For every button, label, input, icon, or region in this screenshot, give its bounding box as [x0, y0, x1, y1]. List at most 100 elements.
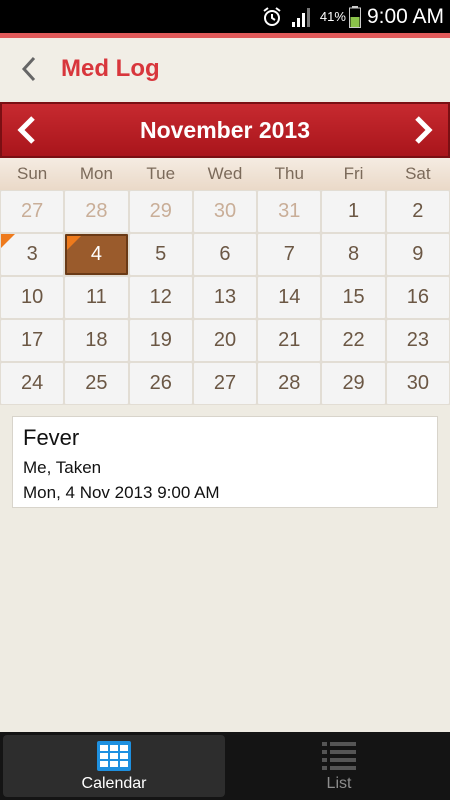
day-cell[interactable]: 7 — [258, 234, 321, 275]
chevron-right-icon — [415, 116, 433, 144]
day-cell[interactable]: 28 — [258, 363, 321, 404]
back-button[interactable] — [0, 38, 58, 100]
day-cell[interactable]: 31 — [258, 191, 321, 232]
tab-calendar[interactable]: Calendar — [3, 735, 225, 797]
alarm-icon — [260, 6, 284, 28]
day-number: 29 — [149, 200, 172, 222]
signal-icon — [290, 6, 314, 28]
day-cell[interactable]: 8 — [322, 234, 385, 275]
day-cell[interactable]: 18 — [65, 320, 128, 361]
month-title: November 2013 — [139, 116, 311, 143]
event-datetime: Mon, 4 Nov 2013 9:00 AM — [23, 483, 220, 502]
prev-month-button[interactable] — [2, 103, 52, 157]
day-number: 18 — [85, 329, 108, 351]
event-marker-icon — [67, 236, 82, 250]
day-number: 27 — [21, 200, 44, 222]
day-number: 30 — [406, 372, 429, 394]
day-cell[interactable]: 11 — [65, 277, 128, 318]
day-cell[interactable]: 2 — [386, 191, 449, 232]
day-cell[interactable]: 12 — [129, 277, 192, 318]
day-cell[interactable]: 25 — [65, 363, 128, 404]
day-cell[interactable]: 16 — [386, 277, 449, 318]
day-number: 26 — [149, 372, 172, 394]
next-month-button[interactable] — [398, 103, 448, 157]
day-number: 19 — [149, 329, 172, 351]
day-number: 10 — [21, 286, 44, 308]
day-cell[interactable]: 30 — [386, 363, 449, 404]
day-number: 25 — [85, 372, 108, 394]
weekday-header: Sun Mon Tue Wed Thu Fri Sat — [0, 158, 450, 190]
clock: 9:00 AM — [366, 4, 444, 28]
tab-list-label: List — [326, 775, 352, 792]
day-cell[interactable]: 14 — [258, 277, 321, 318]
day-cell[interactable]: 23 — [386, 320, 449, 361]
day-cell[interactable]: 26 — [129, 363, 192, 404]
day-number: 1 — [348, 200, 360, 222]
event-marker-icon — [1, 234, 15, 248]
day-number: 31 — [278, 200, 301, 222]
weekday-label: Wed — [207, 164, 243, 183]
day-cell[interactable]: 28 — [65, 191, 128, 232]
day-number: 24 — [21, 372, 44, 394]
day-cell[interactable]: 1 — [322, 191, 385, 232]
day-number: 7 — [283, 243, 295, 265]
weekday-label: Sat — [405, 164, 431, 183]
day-cell[interactable]: 6 — [193, 234, 257, 275]
day-number: 12 — [149, 286, 172, 308]
event-card[interactable]: Fever Me, Taken Mon, 4 Nov 2013 9:00 AM — [12, 416, 438, 508]
app-header: Med Log — [0, 38, 450, 100]
tab-list[interactable]: List — [228, 732, 450, 800]
day-number: 15 — [342, 286, 365, 308]
day-number: 9 — [412, 243, 424, 265]
day-cell[interactable]: 29 — [322, 363, 385, 404]
calendar-grid-icon — [97, 739, 131, 773]
day-cell[interactable]: 27 — [193, 363, 257, 404]
day-number: 28 — [85, 200, 108, 222]
event-subtitle: Me, Taken — [23, 458, 102, 477]
day-cell[interactable]: 5 — [129, 234, 192, 275]
day-number: 2 — [412, 200, 424, 222]
day-cell[interactable]: 17 — [1, 320, 64, 361]
day-number: 22 — [342, 329, 365, 351]
day-number: 17 — [21, 329, 44, 351]
list-icon — [322, 739, 356, 773]
tab-calendar-label: Calendar — [81, 775, 147, 792]
day-cell[interactable]: 20 — [193, 320, 257, 361]
day-number: 20 — [213, 329, 237, 351]
back-chevron-icon — [21, 56, 36, 82]
day-number: 27 — [213, 372, 237, 394]
month-nav-bar: November 2013 — [0, 102, 450, 158]
battery-icon — [348, 5, 361, 28]
day-cell[interactable]: 21 — [258, 320, 321, 361]
day-number: 11 — [86, 286, 107, 308]
weekday-label: Sun — [17, 164, 48, 183]
day-cell[interactable]: 30 — [193, 191, 257, 232]
status-bar: 41% 9:00 AM — [0, 0, 450, 33]
day-number: 30 — [213, 200, 237, 222]
day-cell[interactable]: 24 — [1, 363, 64, 404]
day-number: 3 — [26, 243, 38, 265]
day-number: 13 — [213, 286, 237, 308]
weekday-label: Fri — [343, 164, 364, 183]
day-number: 23 — [406, 329, 429, 351]
day-number: 5 — [155, 243, 167, 265]
day-cell[interactable]: 13 — [193, 277, 257, 318]
day-cell[interactable]: 9 — [386, 234, 449, 275]
day-number: 16 — [406, 286, 429, 308]
day-cell[interactable]: 27 — [1, 191, 64, 232]
day-cell[interactable]: 29 — [129, 191, 192, 232]
day-number: 14 — [278, 286, 301, 308]
day-cell[interactable]: 10 — [1, 277, 64, 318]
day-cell[interactable]: 15 — [322, 277, 385, 318]
day-number: 6 — [219, 243, 231, 265]
bottom-nav: Calendar List — [0, 732, 450, 800]
day-cell[interactable]: 3 — [1, 234, 64, 275]
day-number: 21 — [278, 329, 301, 351]
weekday-label: Tue — [146, 164, 176, 183]
day-number: 4 — [90, 243, 102, 265]
day-cell-selected[interactable]: 4 — [65, 234, 128, 275]
day-cell[interactable]: 22 — [322, 320, 385, 361]
calendar-grid: 27 28 29 30 31 1 2 3 4 5 6 7 8 9 10 11 12 13 14 15 16 17 18 19 2… — [0, 190, 450, 405]
weekday-label: Mon — [79, 164, 113, 183]
day-cell[interactable]: 19 — [129, 320, 192, 361]
